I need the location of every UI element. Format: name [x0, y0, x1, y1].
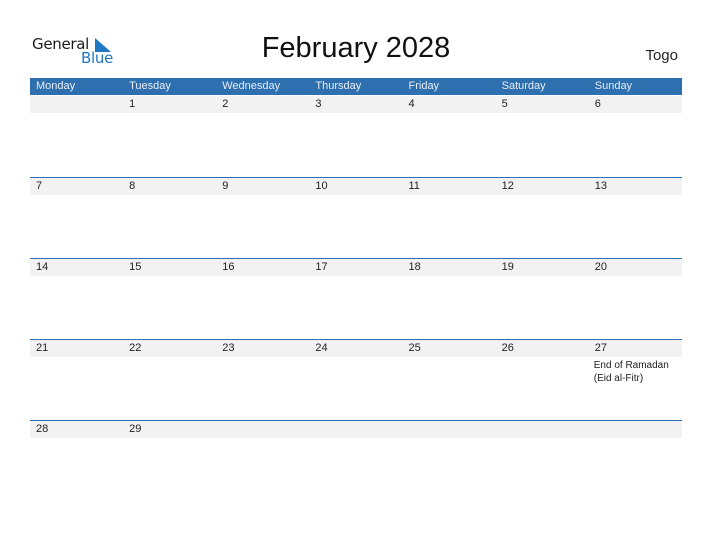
weekday-thursday: Thursday: [315, 80, 362, 92]
week-row: 28 29: [30, 420, 682, 502]
day-number: 21: [36, 342, 49, 354]
day-number: 8: [129, 180, 136, 192]
day-number: 10: [315, 180, 328, 192]
day-number: 5: [501, 98, 508, 110]
day-cell: 19: [496, 259, 589, 340]
day-cell: 5: [496, 96, 589, 177]
day-cell: 25: [403, 340, 496, 421]
day-number: 13: [594, 180, 607, 192]
day-number: 3: [315, 98, 322, 110]
day-number: 24: [315, 342, 328, 354]
day-number: 9: [222, 180, 229, 192]
day-cell: 15: [123, 259, 216, 340]
country-label: Togo: [645, 47, 678, 64]
day-cell: [496, 421, 589, 502]
day-cell: 26: [496, 340, 589, 421]
day-cell: 21: [30, 340, 123, 421]
day-cell: 24: [309, 340, 402, 421]
day-number: 15: [129, 261, 142, 273]
holiday-event: End of Ramadan (Eid al-Fitr): [593, 360, 669, 384]
page-title: February 2028: [261, 32, 451, 64]
week-row: 14 15 16 17 18 19 20: [30, 258, 682, 340]
day-cell: 12: [496, 178, 589, 259]
day-cell: 23: [216, 340, 309, 421]
day-number: 16: [222, 261, 235, 273]
day-number: 4: [408, 98, 415, 110]
day-cell: 9: [216, 178, 309, 259]
day-cell: 29: [123, 421, 216, 502]
day-number: 18: [408, 261, 421, 273]
day-number: 12: [501, 180, 514, 192]
day-cell: [309, 421, 402, 502]
day-cell: 11: [403, 178, 496, 259]
day-number: 6: [594, 98, 601, 110]
day-cell: 10: [309, 178, 402, 259]
day-number: 14: [36, 261, 49, 273]
day-number: 27: [594, 342, 607, 354]
day-cell: 2: [216, 96, 309, 177]
day-cell: 3: [309, 96, 402, 177]
weekday-sunday: Sunday: [594, 80, 633, 92]
day-cell: 18: [403, 259, 496, 340]
week-row: 21 22 23 24 25 26 27 End of Ramadan (Eid al-Fit…: [30, 339, 682, 421]
day-number: 23: [222, 342, 235, 354]
day-cell: 22: [123, 340, 216, 421]
day-number: 2: [222, 98, 229, 110]
day-cell: 14: [30, 259, 123, 340]
day-number: 20: [594, 261, 607, 273]
day-cell: 27 End of Ramadan (Eid al-Fitr): [589, 340, 682, 421]
day-cell: [216, 421, 309, 502]
day-cell: 8: [123, 178, 216, 259]
weekday-wednesday: Wednesday: [222, 80, 281, 92]
day-number: 29: [129, 423, 142, 435]
day-number: 28: [36, 423, 49, 435]
day-cell: 4: [403, 96, 496, 177]
day-number: 25: [408, 342, 421, 354]
weekday-friday: Friday: [408, 80, 440, 92]
day-number: 22: [129, 342, 142, 354]
day-number: 19: [501, 261, 514, 273]
day-cell: 6: [589, 96, 682, 177]
day-cell: 20: [589, 259, 682, 340]
week-row: 1 2 3 4 5 6: [30, 96, 682, 177]
day-cell: [403, 421, 496, 502]
day-cell: 13: [589, 178, 682, 259]
day-cell: 28: [30, 421, 123, 502]
day-cell: 1: [123, 96, 216, 177]
weekday-tuesday: Tuesday: [129, 80, 171, 92]
day-cell: [589, 421, 682, 502]
day-cell: 7: [30, 178, 123, 259]
weekday-header: Monday Tuesday Wednesday Thursday Friday…: [30, 78, 682, 95]
day-number: 1: [129, 98, 136, 110]
weekday-monday: Monday: [36, 80, 76, 92]
day-number: 11: [408, 180, 420, 192]
day-number: 26: [501, 342, 514, 354]
day-cell: [30, 96, 123, 177]
day-cell: 16: [216, 259, 309, 340]
week-row: 7 8 9 10 11 12 13: [30, 177, 682, 259]
day-cell: 17: [309, 259, 402, 340]
day-number: 17: [315, 261, 328, 273]
day-number: 7: [36, 180, 43, 192]
weekday-saturday: Saturday: [501, 80, 546, 92]
